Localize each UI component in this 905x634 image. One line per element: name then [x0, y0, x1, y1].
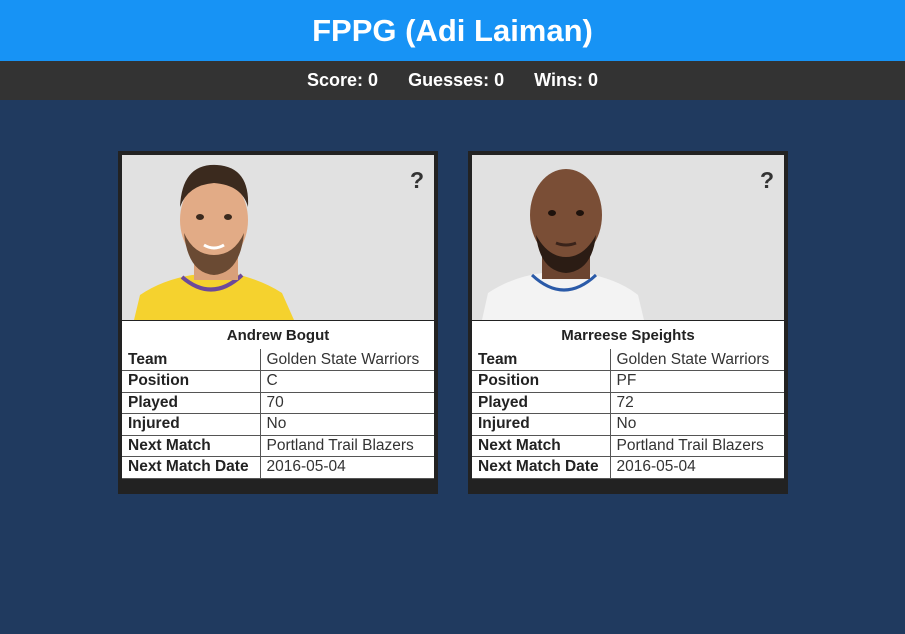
player-name: Marreese Speights [472, 320, 784, 349]
row-value: No [609, 413, 784, 436]
table-row: Next Match Date 2016-05-04 [472, 456, 784, 479]
row-value: PF [609, 370, 784, 393]
row-value: Portland Trail Blazers [609, 434, 784, 457]
row-label: Next Match Date [472, 456, 611, 479]
player-photo[interactable]: ? [472, 155, 784, 320]
row-label: Played [472, 391, 611, 414]
player-info-table: Team Golden State Warriors Position PF P… [472, 349, 784, 479]
row-value: 70 [259, 391, 434, 414]
player-portrait [134, 164, 294, 320]
table-row: Injured No [122, 413, 434, 436]
player-portrait [482, 169, 644, 320]
table-row: Played 72 [472, 391, 784, 414]
player-photo[interactable]: ? [122, 155, 434, 320]
row-label: Team [122, 349, 261, 371]
app-header: FPPG (Adi Laiman) [0, 0, 905, 61]
row-value: 2016-05-04 [609, 456, 784, 479]
table-row: Next Match Portland Trail Blazers [472, 434, 784, 457]
row-label: Played [122, 391, 261, 414]
row-value: C [259, 370, 434, 393]
stats-bar: Score: 0 Guesses: 0 Wins: 0 [0, 61, 905, 100]
app-title: FPPG (Adi Laiman) [312, 12, 593, 48]
guess-button[interactable]: ? [760, 167, 774, 194]
guesses-stat: Guesses: 0 [408, 70, 505, 90]
row-label: Team [472, 349, 611, 371]
row-value: 2016-05-04 [259, 456, 434, 479]
table-row: Position C [122, 370, 434, 393]
row-label: Next Match Date [122, 456, 261, 479]
table-row: Position PF [472, 370, 784, 393]
table-row: Team Golden State Warriors [472, 349, 784, 371]
row-label: Injured [122, 413, 261, 436]
row-label: Position [122, 370, 261, 393]
row-label: Next Match [472, 434, 611, 457]
player-info-table: Team Golden State Warriors Position C Pl… [122, 349, 434, 479]
row-value: No [259, 413, 434, 436]
row-label: Injured [472, 413, 611, 436]
score-stat: Score: 0 [307, 70, 379, 90]
row-label: Position [472, 370, 611, 393]
row-value: 72 [609, 391, 784, 414]
table-row: Team Golden State Warriors [122, 349, 434, 371]
table-row: Played 70 [122, 391, 434, 414]
row-value: Golden State Warriors [609, 349, 784, 371]
wins-stat: Wins: 0 [534, 70, 598, 90]
row-value: Portland Trail Blazers [259, 434, 434, 457]
row-label: Next Match [122, 434, 261, 457]
table-row: Next Match Date 2016-05-04 [122, 456, 434, 479]
row-value: Golden State Warriors [259, 349, 434, 371]
guess-button[interactable]: ? [410, 167, 424, 194]
table-row: Next Match Portland Trail Blazers [122, 434, 434, 457]
player-card-1[interactable]: ? Andrew Bogut Team Golden State Warrior… [118, 151, 438, 494]
player-card-2[interactable]: ? Marreese Speights Team Golden State Wa… [468, 151, 788, 494]
player-name: Andrew Bogut [122, 320, 434, 349]
table-row: Injured No [472, 413, 784, 436]
